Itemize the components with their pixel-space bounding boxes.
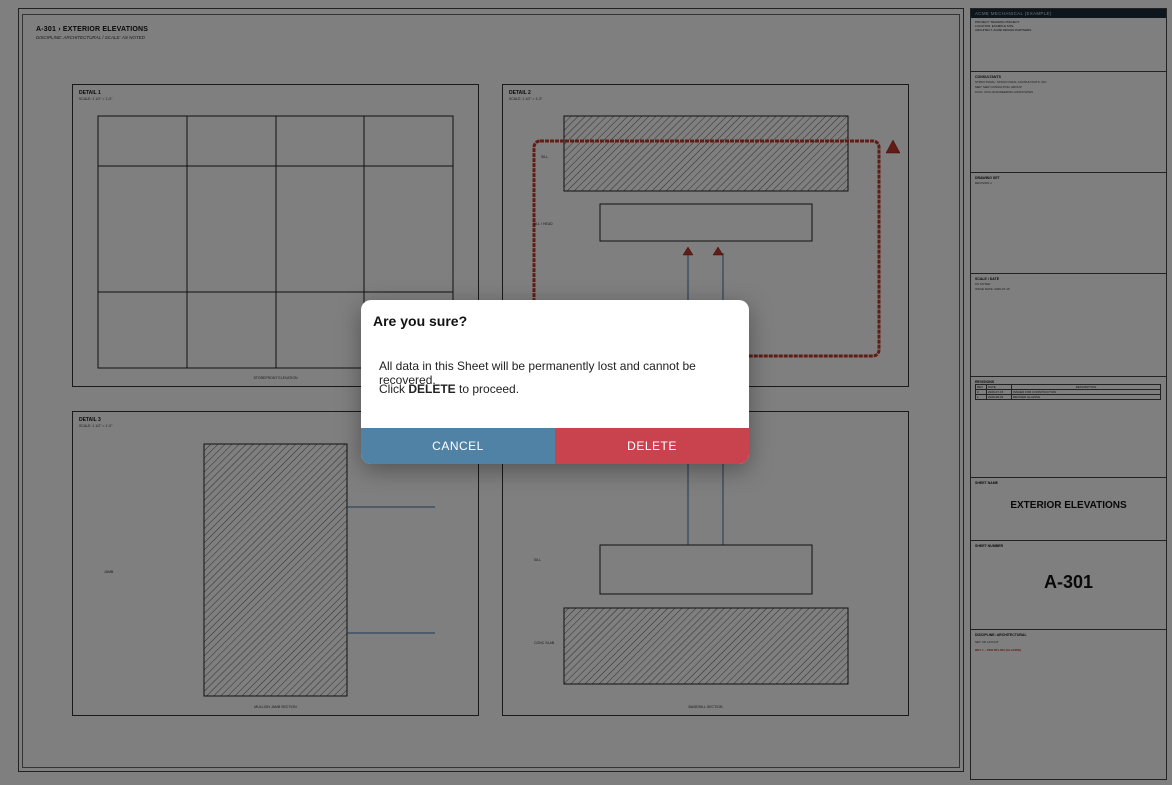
cancel-button[interactable]: CANCEL [361, 428, 555, 464]
confirm-suffix: to proceed. [455, 382, 520, 396]
confirm-keyword: DELETE [408, 382, 456, 396]
confirm-prefix: Click [379, 382, 409, 396]
delete-button[interactable]: DELETE [555, 428, 749, 464]
dialog-confirm-instruction: Click DELETE to proceed. [379, 382, 519, 396]
dialog-title: Are you sure? [373, 313, 468, 329]
delete-confirm-dialog: Are you sure? All data in this Sheet wil… [361, 300, 749, 464]
